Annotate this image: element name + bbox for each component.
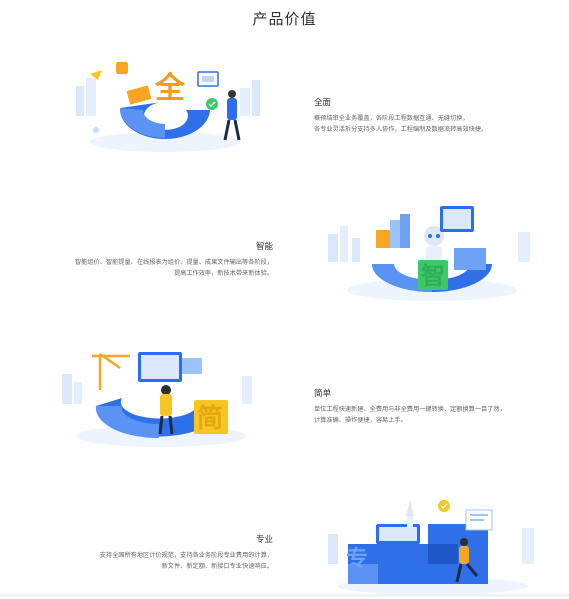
- section-heading: 简单: [314, 388, 332, 398]
- comprehensive-illustration: 全: [70, 58, 270, 158]
- badge-char: 智: [421, 262, 445, 290]
- section-comprehensive: 全面 概预结审全业务覆盖，各阶段工程数据互通、无缝切换， 各专业灵活拆分支持多人…: [314, 96, 564, 135]
- section-line: 各专业灵活拆分支持多人协作，工程编制及数据流转高效快捷。: [314, 126, 488, 133]
- section-line: 新文件、新定额、新接口专业快速响应。: [161, 563, 273, 570]
- page-title: 产品价值: [252, 11, 317, 28]
- section-line: 概预结审全业务覆盖，各阶段工程数据互通、无缝切换，: [314, 115, 469, 122]
- professional-illustration: 专: [318, 494, 548, 595]
- section-heading: 智能: [255, 241, 273, 251]
- section-line: 单位工程快速新建、全费用与非全费用一键转换、定额换算一目了然，: [314, 406, 506, 413]
- section-simple: 简单 单位工程快速新建、全费用与非全费用一键转换、定额换算一目了然， 计算准确、…: [314, 387, 566, 426]
- badge-char: 专: [346, 546, 368, 572]
- badge-char: 全: [154, 71, 186, 106]
- section-heading: 专业: [255, 534, 273, 544]
- section-intelligent: 智能 智能组价、智能提量、在线报表为组价、提量、成果文件输出等各阶段， 提高工作…: [5, 240, 273, 279]
- section-line: 计算准确、操作便捷，容易上手。: [314, 417, 407, 424]
- simple-illustration: 简: [56, 344, 266, 452]
- badge-char: 简: [197, 403, 223, 434]
- section-professional: 专业 支持全国所有地区计价规范，支持各业务阶段专业费用的计算， 新文件、新定额、…: [5, 533, 273, 572]
- section-line: 提高工作效率，新技术带来新体验。: [174, 270, 273, 277]
- intelligent-illustration: 智: [322, 202, 542, 307]
- section-heading: 全面: [314, 97, 332, 107]
- section-line: 支持全国所有地区计价规范，支持各业务阶段专业费用的计算，: [99, 552, 273, 559]
- section-line: 智能组价、智能提量、在线报表为组价、提量、成果文件输出等各阶段，: [75, 259, 273, 266]
